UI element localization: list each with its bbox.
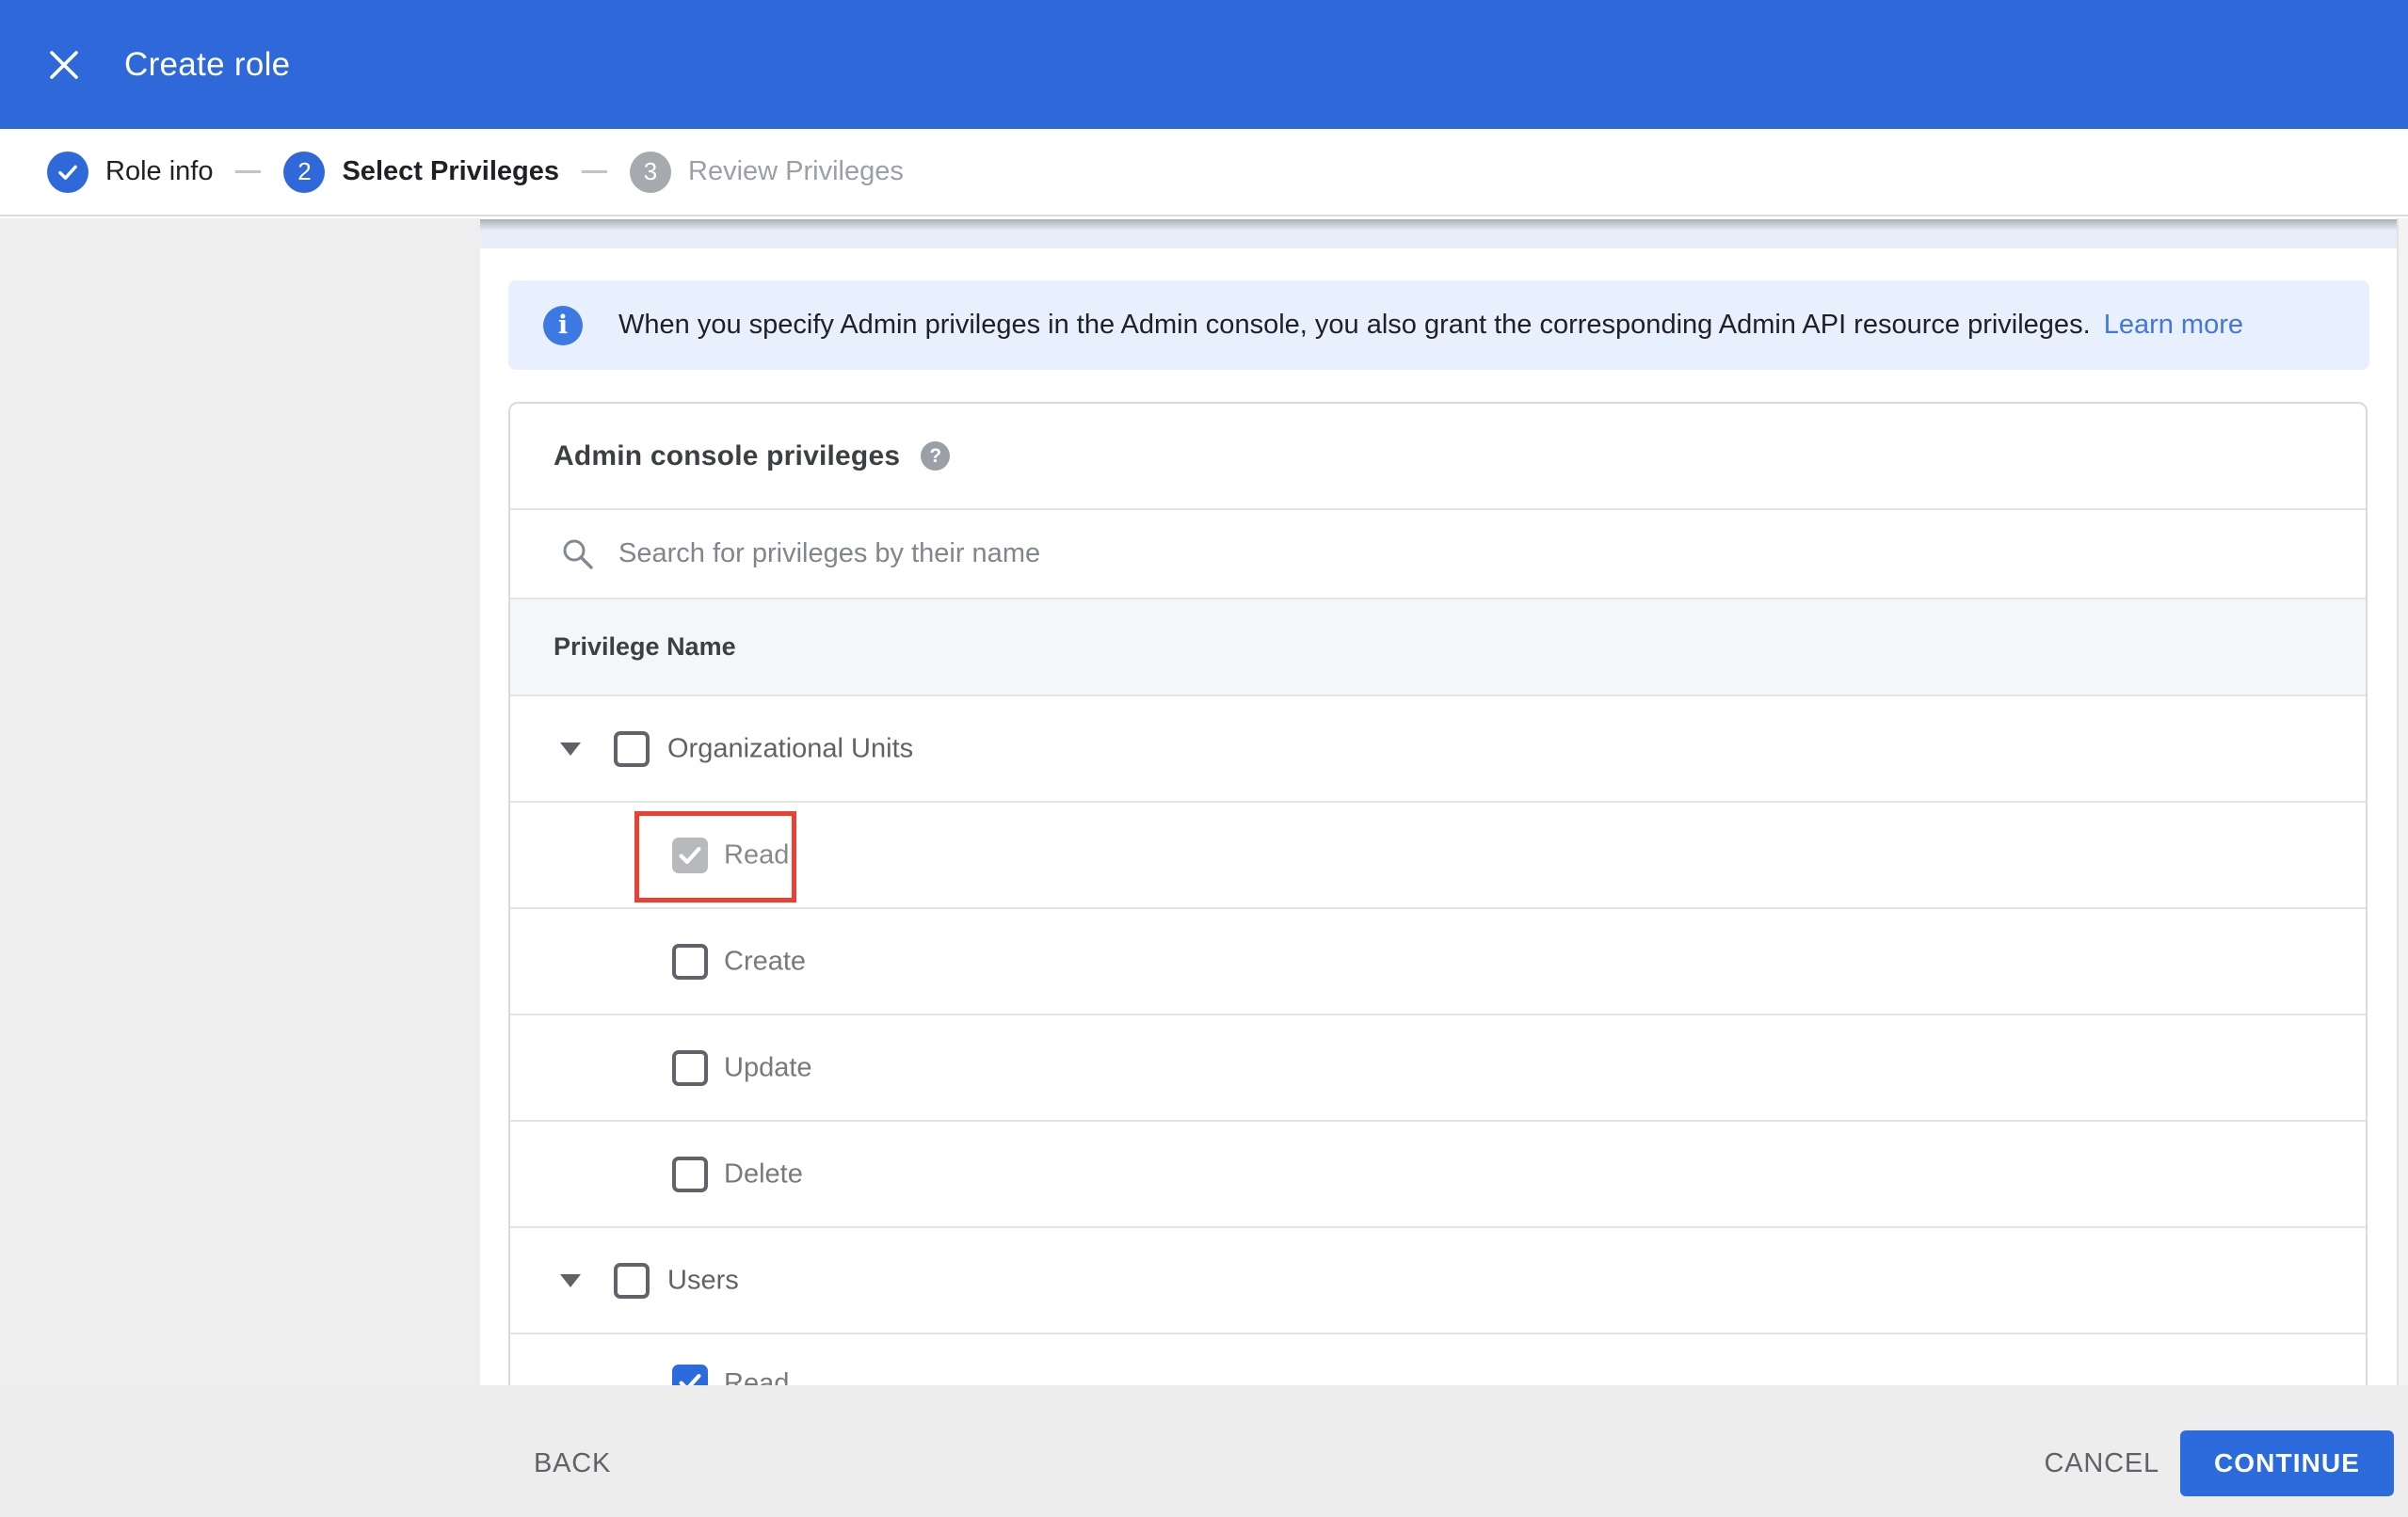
app-bar: Create role <box>0 0 2408 129</box>
cancel-button[interactable]: CANCEL <box>2045 1430 2159 1496</box>
continue-button[interactable]: CONTINUE <box>2179 1430 2394 1496</box>
search-row <box>510 510 2366 599</box>
privilege-checkbox[interactable] <box>672 1049 708 1086</box>
selection-highlight-box <box>634 811 796 902</box>
column-header-privilege-name: Privilege Name <box>554 632 736 661</box>
privilege-row: Organizational Units <box>510 696 2366 803</box>
privilege-row: Create <box>510 909 2366 1015</box>
privilege-checkbox[interactable] <box>672 1156 708 1192</box>
card-header: Admin console privileges ? <box>510 404 2366 510</box>
step-review-privileges[interactable]: 3 Review Privileges <box>630 151 904 193</box>
left-panel <box>0 218 480 1517</box>
collapse-arrow-icon[interactable] <box>560 742 581 756</box>
privilege-label: Users <box>667 1265 739 1295</box>
privilege-row: Users <box>510 1228 2366 1334</box>
privilege-row: Delete <box>510 1122 2366 1228</box>
step-label: Role info <box>105 156 214 186</box>
privilege-label: Update <box>724 1052 812 1082</box>
vertical-scrollbar[interactable] <box>2397 218 2408 1517</box>
privilege-label: Delete <box>724 1158 803 1189</box>
privilege-label: Create <box>724 946 807 976</box>
back-button[interactable]: BACK <box>534 1430 611 1496</box>
check-icon <box>58 165 77 180</box>
privilege-checkbox[interactable] <box>614 1262 650 1299</box>
create-role-dialog: Create role Role info 2 Select Privilege… <box>0 0 2408 1517</box>
table-header-row: Privilege Name <box>510 599 2366 696</box>
help-icon[interactable]: ? <box>921 441 951 471</box>
content-area: i When you specify Admin privileges in t… <box>480 218 2408 1517</box>
step-label: Review Privileges <box>688 156 904 186</box>
banner-text-wrap: When you specify Admin privileges in the… <box>618 310 2243 341</box>
privilege-list: Organizational Units Read Create Update … <box>510 696 2366 1494</box>
learn-more-link[interactable]: Learn more <box>2104 310 2243 340</box>
dialog-title: Create role <box>124 45 291 83</box>
step-connector <box>582 170 607 173</box>
footer-action-bar: BACK CANCEL CONTINUE <box>0 1385 2408 1517</box>
banner-text: When you specify Admin privileges in the… <box>618 310 2091 340</box>
privilege-row: Read <box>510 803 2366 909</box>
card-title: Admin console privileges <box>554 439 901 471</box>
stepper: Role info 2 Select Privileges 3 Review P… <box>0 129 2408 216</box>
step-role-info[interactable]: Role info <box>47 151 214 193</box>
search-input[interactable] <box>618 538 2366 569</box>
step-label: Select Privileges <box>342 156 559 186</box>
step-select-privileges[interactable]: 2 Select Privileges <box>283 151 559 193</box>
collapse-arrow-icon[interactable] <box>560 1273 581 1287</box>
info-icon: i <box>543 305 583 345</box>
x-icon <box>50 50 78 79</box>
privilege-row: Update <box>510 1015 2366 1122</box>
close-icon[interactable] <box>46 47 82 83</box>
step-number-circle: 3 <box>630 151 671 193</box>
privilege-checkbox[interactable] <box>614 730 650 767</box>
privileges-card: Admin console privileges ? Privilege Nam… <box>508 402 2368 1517</box>
search-icon <box>563 539 593 569</box>
info-banner: i When you specify Admin privileges in t… <box>508 280 2369 370</box>
step-complete-circle <box>47 151 88 193</box>
step-connector <box>235 170 262 173</box>
privilege-checkbox[interactable] <box>672 943 708 980</box>
scrolled-banner-edge <box>480 219 2397 248</box>
privilege-label: Organizational Units <box>667 733 914 763</box>
step-number-circle: 2 <box>283 151 326 193</box>
